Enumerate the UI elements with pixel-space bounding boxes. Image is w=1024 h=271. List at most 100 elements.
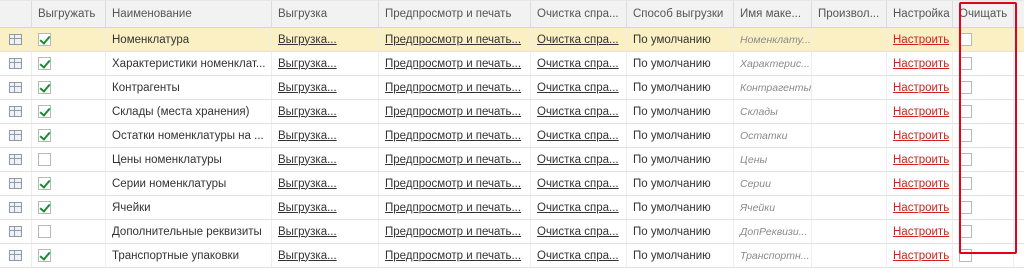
header-name[interactable]: Наименование <box>106 1 272 27</box>
name-cell[interactable]: Ячейки <box>106 196 272 219</box>
cleanup-link[interactable]: Очистка спра... <box>537 202 619 214</box>
cleanup-link[interactable]: Очистка спра... <box>537 34 619 46</box>
preview-link[interactable]: Предпросмотр и печать... <box>385 202 521 214</box>
export-checkbox[interactable] <box>38 201 51 214</box>
layout-name-cell[interactable]: Транспортн... <box>734 244 812 267</box>
header-export[interactable]: Выгружать <box>32 1 106 27</box>
custom-cell[interactable] <box>812 28 887 51</box>
cleanup-link[interactable]: Очистка спра... <box>537 178 619 190</box>
table-row[interactable]: Дополнительные реквизиты Выгрузка... Предп… <box>0 220 1024 244</box>
export-checkbox[interactable] <box>38 33 51 46</box>
method-cell[interactable]: По умолчанию <box>627 52 734 75</box>
method-cell[interactable]: По умолчанию <box>627 220 734 243</box>
preview-link[interactable]: Предпросмотр и печать... <box>385 34 521 46</box>
name-cell[interactable]: Характеристики номенклат... <box>106 52 272 75</box>
settings-link[interactable]: Настроить <box>893 202 949 214</box>
method-cell[interactable]: По умолчанию <box>627 76 734 99</box>
custom-cell[interactable] <box>812 124 887 147</box>
export-checkbox[interactable] <box>38 81 51 94</box>
table-row[interactable]: Ячейки Выгрузка... Предпросмотр и печать..… <box>0 196 1024 220</box>
layout-name-cell[interactable]: Цены <box>734 148 812 171</box>
settings-link[interactable]: Настроить <box>893 250 949 262</box>
clear-checkbox[interactable] <box>959 201 972 214</box>
custom-cell[interactable] <box>812 76 887 99</box>
preview-link[interactable]: Предпросмотр и печать... <box>385 250 521 262</box>
preview-link[interactable]: Предпросмотр и печать... <box>385 106 521 118</box>
cleanup-link[interactable]: Очистка спра... <box>537 82 619 94</box>
custom-cell[interactable] <box>812 220 887 243</box>
export-checkbox[interactable] <box>38 105 51 118</box>
cleanup-link[interactable]: Очистка спра... <box>537 250 619 262</box>
method-cell[interactable]: По умолчанию <box>627 124 734 147</box>
method-cell[interactable]: По умолчанию <box>627 28 734 51</box>
name-cell[interactable]: Склады (места хранения) <box>106 100 272 123</box>
custom-cell[interactable] <box>812 244 887 267</box>
settings-link[interactable]: Настроить <box>893 34 949 46</box>
method-cell[interactable]: По умолчанию <box>627 172 734 195</box>
name-cell[interactable]: Серии номенклатуры <box>106 172 272 195</box>
layout-name-cell[interactable]: Номенклату... <box>734 28 812 51</box>
header-preview[interactable]: Предпросмотр и печать <box>379 1 531 27</box>
table-row[interactable]: Характеристики номенклат... Выгрузка... Пр… <box>0 52 1024 76</box>
table-row[interactable]: Номенклатура Выгрузка... Предпросмотр и пе… <box>0 28 1024 52</box>
custom-cell[interactable] <box>812 172 887 195</box>
name-cell[interactable]: Контрагенты <box>106 76 272 99</box>
name-cell[interactable]: Цены номенклатуры <box>106 148 272 171</box>
unload-link[interactable]: Выгрузка... <box>278 34 337 46</box>
header-cleanup[interactable]: Очистка спра... <box>531 1 627 27</box>
clear-checkbox[interactable] <box>959 225 972 238</box>
layout-name-cell[interactable]: Ячейки <box>734 196 812 219</box>
clear-checkbox[interactable] <box>959 57 972 70</box>
header-settings[interactable]: Настройка <box>887 1 953 27</box>
clear-checkbox[interactable] <box>959 129 972 142</box>
unload-link[interactable]: Выгрузка... <box>278 202 337 214</box>
table-row[interactable]: Цены номенклатуры Выгрузка... Предпросмотр… <box>0 148 1024 172</box>
settings-link[interactable]: Настроить <box>893 130 949 142</box>
table-row[interactable]: Остатки номенклатуры на ... Выгрузка... Пр… <box>0 124 1024 148</box>
settings-link[interactable]: Настроить <box>893 178 949 190</box>
settings-link[interactable]: Настроить <box>893 226 949 238</box>
header-clear[interactable]: Очищать <box>953 1 1014 27</box>
preview-link[interactable]: Предпросмотр и печать... <box>385 226 521 238</box>
export-checkbox[interactable] <box>38 177 51 190</box>
settings-link[interactable]: Настроить <box>893 82 949 94</box>
preview-link[interactable]: Предпросмотр и печать... <box>385 154 521 166</box>
name-cell[interactable]: Остатки номенклатуры на ... <box>106 124 272 147</box>
cleanup-link[interactable]: Очистка спра... <box>537 130 619 142</box>
clear-checkbox[interactable] <box>959 153 972 166</box>
unload-link[interactable]: Выгрузка... <box>278 250 337 262</box>
table-row[interactable]: Серии номенклатуры Выгрузка... Предпросмот… <box>0 172 1024 196</box>
preview-link[interactable]: Предпросмотр и печать... <box>385 178 521 190</box>
export-checkbox[interactable] <box>38 57 51 70</box>
method-cell[interactable]: По умолчанию <box>627 148 734 171</box>
unload-link[interactable]: Выгрузка... <box>278 178 337 190</box>
cleanup-link[interactable]: Очистка спра... <box>537 226 619 238</box>
cleanup-link[interactable]: Очистка спра... <box>537 58 619 70</box>
layout-name-cell[interactable]: Серии <box>734 172 812 195</box>
settings-link[interactable]: Настроить <box>893 106 949 118</box>
clear-checkbox[interactable] <box>959 81 972 94</box>
unload-link[interactable]: Выгрузка... <box>278 154 337 166</box>
custom-cell[interactable] <box>812 148 887 171</box>
name-cell[interactable]: Дополнительные реквизиты <box>106 220 272 243</box>
export-checkbox[interactable] <box>38 129 51 142</box>
name-cell[interactable]: Транспортные упаковки <box>106 244 272 267</box>
settings-link[interactable]: Настроить <box>893 58 949 70</box>
name-cell[interactable]: Номенклатура <box>106 28 272 51</box>
unload-link[interactable]: Выгрузка... <box>278 226 337 238</box>
header-custom[interactable]: Произвол... <box>812 1 887 27</box>
unload-link[interactable]: Выгрузка... <box>278 58 337 70</box>
preview-link[interactable]: Предпросмотр и печать... <box>385 82 521 94</box>
clear-checkbox[interactable] <box>959 105 972 118</box>
table-row[interactable]: Контрагенты Выгрузка... Предпросмотр и печ… <box>0 76 1024 100</box>
export-checkbox[interactable] <box>38 249 51 262</box>
export-checkbox[interactable] <box>38 153 51 166</box>
unload-link[interactable]: Выгрузка... <box>278 130 337 142</box>
unload-link[interactable]: Выгрузка... <box>278 82 337 94</box>
export-checkbox[interactable] <box>38 225 51 238</box>
table-row[interactable]: Склады (места хранения) Выгрузка... Предпр… <box>0 100 1024 124</box>
method-cell[interactable]: По умолчанию <box>627 100 734 123</box>
header-method[interactable]: Способ выгрузки <box>627 1 734 27</box>
layout-name-cell[interactable]: Контрагенты <box>734 76 812 99</box>
layout-name-cell[interactable]: Склады <box>734 100 812 123</box>
